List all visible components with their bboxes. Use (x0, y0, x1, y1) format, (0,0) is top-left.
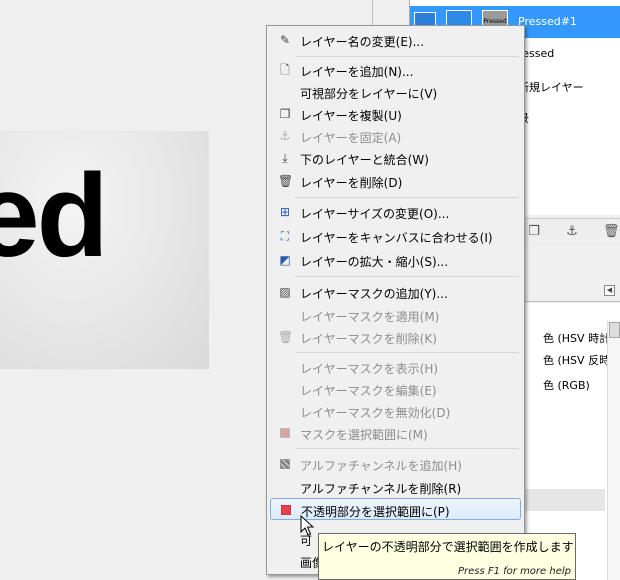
alpha-icon (280, 459, 290, 469)
history-item[interactable]: 色 (RGB) (543, 377, 590, 393)
menu-item-label: アルファチャンネルを削除(R) (300, 482, 462, 496)
new-page-icon: 🗋 (280, 63, 290, 77)
menu-item-delete-layer[interactable]: 🗑 レイヤーを削除(D) (270, 170, 521, 192)
edit-icon: ✎ (279, 33, 291, 47)
menu-item-layer-boundary-size[interactable]: ⊞ レイヤーサイズの変更(O)... (270, 201, 521, 223)
menu-item-delete-layer-mask[interactable]: 🗑 レイヤーマスクを削除(K) (270, 326, 521, 348)
menu-item-duplicate-layer[interactable]: ❐ レイヤーを複製(U) (270, 103, 521, 125)
menu-item-anchor-layer[interactable]: ⚓ レイヤーを固定(A) (270, 125, 521, 147)
menu-item-remove-alpha-channel[interactable]: アルファチャンネルを削除(R) (270, 476, 521, 498)
menu-item-label: レイヤーをキャンバスに合わせる(I) (300, 231, 493, 245)
duplicate-icon: ❐ (279, 107, 291, 121)
menu-item-scale-layer[interactable]: ◩ レイヤーの拡大・縮小(S)... (270, 249, 521, 271)
merge-down-icon: ⤓ (282, 151, 288, 165)
layer-name[interactable]: 新規レイヤー (518, 79, 584, 95)
menu-item-rename-layer[interactable]: ✎ レイヤー名の変更(E)... (270, 29, 521, 51)
menu-item-label: レイヤーマスクを削除(K) (300, 332, 437, 346)
tooltip-help-hint: Press F1 for more help (457, 566, 571, 577)
menu-separator (295, 276, 519, 277)
menu-item-label: レイヤーマスクを表示(H) (300, 362, 439, 376)
scrollbar-thumb[interactable] (609, 322, 620, 338)
menu-item-label: レイヤーマスクを適用(M) (300, 310, 440, 324)
mouse-cursor-icon (300, 515, 315, 536)
menu-item-label: レイヤーを追加(N)... (300, 65, 414, 79)
menu-item-show-layer-mask[interactable]: レイヤーマスクを表示(H) (270, 356, 521, 378)
menu-item-label: 不透明部分を選択範囲に(P) (301, 505, 450, 519)
layer-context-menu: ✎ レイヤー名の変更(E)... 🗋 レイヤーを追加(N)... 可視部分をレイ… (266, 25, 525, 575)
menu-item-new-from-visible[interactable]: 可視部分をレイヤーに(V) (270, 81, 521, 103)
scale-icon: ◩ (279, 253, 291, 267)
scrollbar-track[interactable] (607, 321, 620, 580)
add-mask-icon: ▨ (279, 285, 291, 299)
menu-item-label: アルファチャンネルを追加(H) (300, 459, 462, 473)
dock-menu-arrow-icon[interactable]: ◀ (604, 285, 615, 296)
menu-item-label: レイヤーの拡大・縮小(S)... (300, 255, 449, 269)
image-preview[interactable]: ed (0, 131, 209, 369)
mask-to-selection-icon (280, 428, 290, 438)
menu-separator (295, 448, 519, 449)
menu-item-label: レイヤーマスクを編集(E) (300, 384, 437, 398)
image-text: ed (0, 150, 109, 282)
trash-icon: 🗑 (278, 330, 294, 344)
tooltip-text: レイヤーの不透明部分で選択範囲を作成します (322, 540, 574, 554)
trash-icon[interactable]: 🗑 (603, 225, 620, 239)
alpha-to-selection-icon (281, 505, 291, 515)
menu-separator (295, 197, 519, 198)
tooltip: レイヤーの不透明部分で選択範囲を作成します Press F1 for more … (318, 533, 576, 580)
menu-item-disable-layer-mask[interactable]: レイヤーマスクを無効化(D) (270, 400, 521, 422)
anchor-icon[interactable]: ⚓ (565, 225, 579, 239)
menu-item-mask-to-selection[interactable]: マスクを選択範囲に(M) (270, 422, 521, 444)
menu-item-merge-down[interactable]: ⤓ 下のレイヤーと統合(W) (270, 147, 521, 169)
menu-item-label: レイヤーを削除(D) (300, 176, 403, 190)
menu-item-add-layer-mask[interactable]: ▨ レイヤーマスクの追加(Y)... (270, 281, 521, 303)
trash-icon: 🗑 (278, 174, 294, 188)
menu-item-edit-layer-mask[interactable]: レイヤーマスクを編集(E) (270, 378, 521, 400)
menu-item-add-alpha-channel[interactable]: アルファチャンネルを追加(H) (270, 453, 521, 475)
anchor-icon: ⚓ (279, 129, 291, 143)
menu-item-label: レイヤー名の変更(E)... (300, 35, 425, 49)
menu-item-label: レイヤーマスクの追加(Y)... (300, 287, 448, 301)
menu-item-layer-to-image-size[interactable]: ⛶ レイヤーをキャンバスに合わせる(I) (270, 225, 521, 247)
menu-item-label: レイヤーを固定(A) (300, 131, 402, 145)
menu-item-label: マスクを選択範囲に(M) (300, 428, 428, 442)
layer-name[interactable]: Pressed#1 (518, 15, 577, 28)
fit-canvas-icon: ⛶ (280, 229, 290, 243)
menu-item-label: レイヤーサイズの変更(O)... (300, 207, 450, 221)
menu-item-apply-layer-mask[interactable]: レイヤーマスクを適用(M) (270, 304, 521, 326)
menu-separator (295, 56, 519, 57)
menu-item-label: 下のレイヤーと統合(W) (300, 153, 429, 167)
menu-item-label: レイヤーを複製(U) (300, 109, 402, 123)
menu-separator (295, 352, 519, 353)
menu-item-add-layer[interactable]: 🗋 レイヤーを追加(N)... (270, 59, 521, 81)
duplicate-icon[interactable]: ❐ (527, 225, 541, 239)
menu-item-label: レイヤーマスクを無効化(D) (300, 406, 451, 420)
menu-item-label: 可視部分をレイヤーに(V) (300, 87, 438, 101)
layer-size-icon: ⊞ (279, 205, 291, 219)
